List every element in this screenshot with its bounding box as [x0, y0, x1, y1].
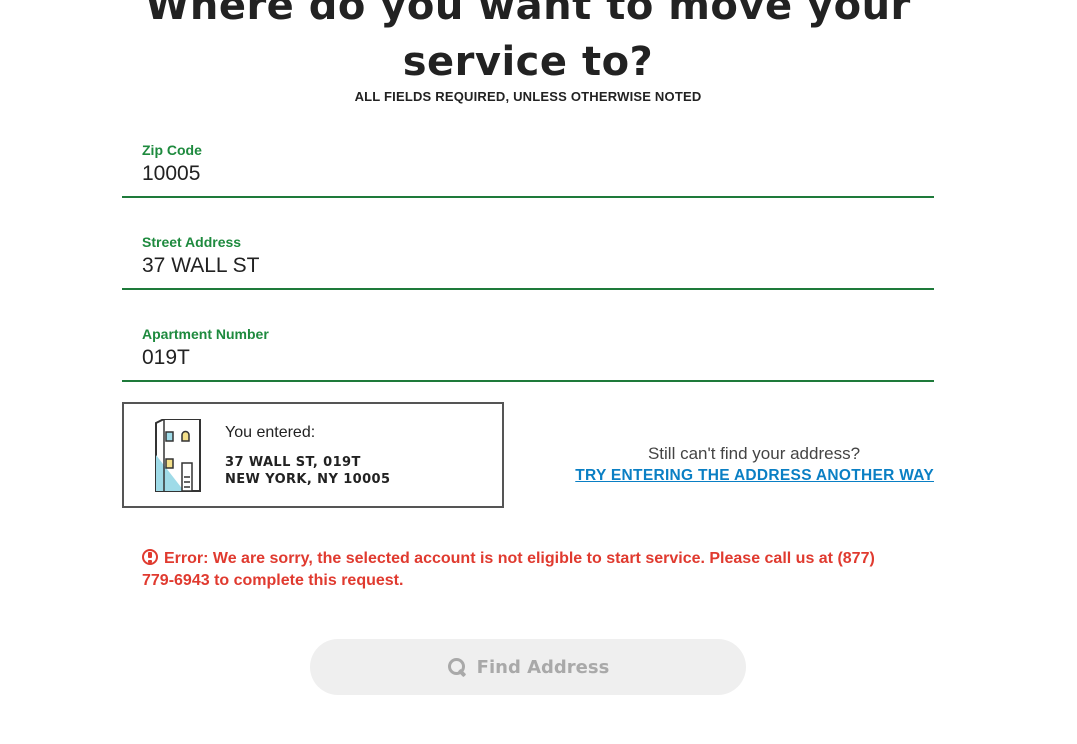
- entered-address-line-2: NEW YORK, NY 10005: [225, 472, 391, 487]
- error-text: Error: We are sorry, the selected accoun…: [142, 550, 875, 589]
- street-address-field: Street Address: [122, 234, 934, 290]
- alert-icon: [142, 549, 158, 565]
- error-message: Error: We are sorry, the selected accoun…: [142, 548, 902, 592]
- zip-code-label: Zip Code: [142, 142, 202, 158]
- page-title-line-2: service to?: [402, 39, 654, 85]
- entered-address-line-1: 37 WALL ST, 019T: [225, 455, 361, 470]
- page-title: Where do you want to move your service t…: [0, 0, 1056, 90]
- find-address-button[interactable]: Find Address: [310, 639, 746, 695]
- street-address-label: Street Address: [142, 234, 242, 250]
- find-address-label: Find Address: [476, 656, 610, 678]
- required-fields-note: ALL FIELDS REQUIRED, UNLESS OTHERWISE NO…: [354, 89, 702, 104]
- zip-code-input[interactable]: [142, 162, 922, 186]
- street-address-input[interactable]: [142, 254, 922, 278]
- building-icon: [155, 419, 201, 492]
- cant-find-address-text: Still can't find your address?: [647, 444, 861, 463]
- apartment-number-field: Apartment Number: [122, 326, 934, 382]
- zip-code-field: Zip Code: [122, 142, 934, 198]
- entered-address-card: You entered: 37 WALL ST, 019T NEW YORK, …: [122, 402, 504, 508]
- page-title-line-1: Where do you want to move your: [145, 0, 911, 29]
- entered-address-label: You entered:: [225, 424, 316, 441]
- enter-address-another-way-link[interactable]: TRY ENTERING THE ADDRESS ANOTHER WAY: [574, 467, 934, 485]
- apartment-number-label: Apartment Number: [142, 326, 269, 342]
- apartment-number-input[interactable]: [142, 346, 922, 370]
- search-icon: [447, 657, 467, 677]
